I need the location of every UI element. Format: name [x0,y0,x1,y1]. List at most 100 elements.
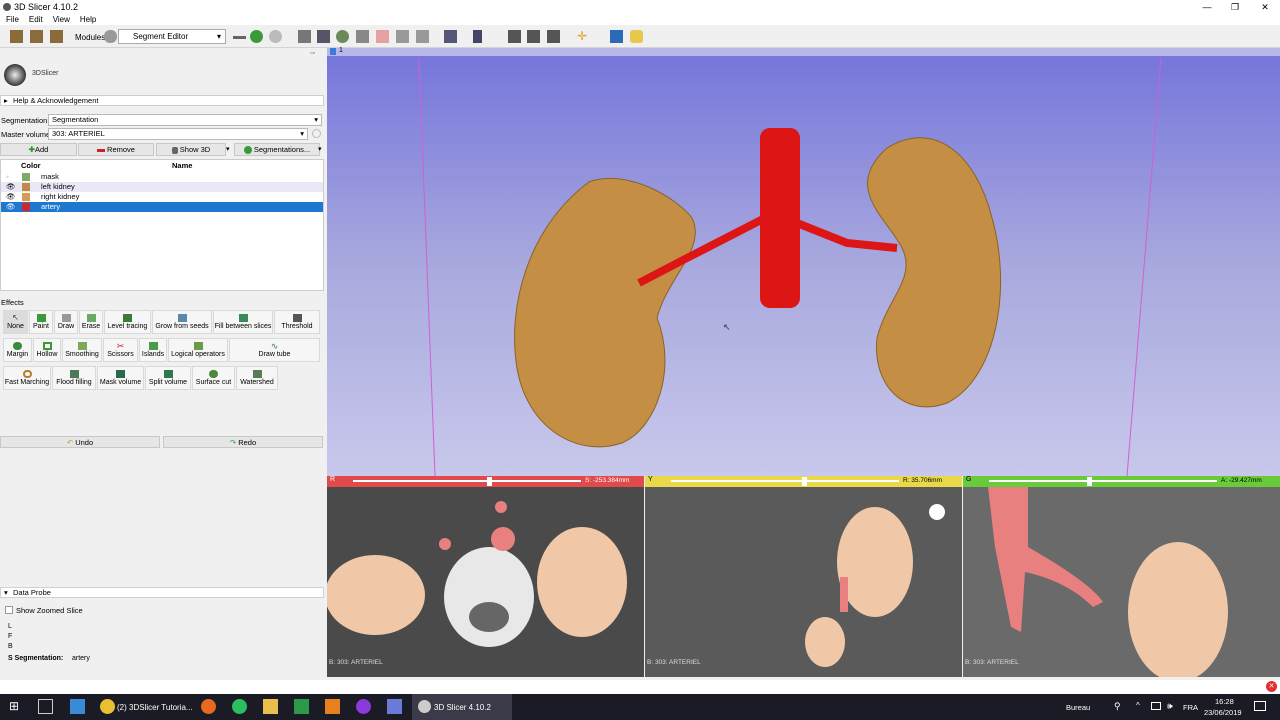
segment-row-right-kidney[interactable]: 👁 right kidney [1,192,323,202]
effect-grow-from-seeds-button[interactable]: Grow from seeds [152,310,212,334]
segment-row-artery[interactable]: 👁 artery [1,202,323,212]
people-icon[interactable]: ⚲ [1114,701,1121,712]
effect-smoothing-button[interactable]: Smoothing [62,338,102,362]
load-data-icon[interactable] [10,30,23,43]
models-icon[interactable] [336,30,349,43]
podcast-icon[interactable] [356,699,371,714]
segmentations-dropdown-icon[interactable]: ▾ [318,145,322,153]
remove-segment-button[interactable]: Remove [78,143,154,156]
dicom-icon[interactable] [30,30,43,43]
language-indicator[interactable]: FRA [1183,703,1198,712]
segment-row-left-kidney[interactable]: 👁 left kidney [1,182,323,192]
yellow-slice-controller[interactable]: Y R: 35.706mm [645,476,962,487]
effect-none-button[interactable]: ↖ None [3,310,28,334]
help-section-header[interactable]: ▸ Help & Acknowledgement [0,95,324,106]
volumes-icon[interactable] [317,30,330,43]
segment-color-swatch[interactable] [22,193,30,201]
menu-view[interactable]: View [53,15,70,24]
segment-color-swatch[interactable] [22,203,30,211]
data-icon[interactable] [298,30,311,43]
master-volume-selector[interactable]: 303: ARTERIEL ▾ [48,128,308,140]
back-icon[interactable] [250,30,263,43]
module-search-icon[interactable] [104,30,117,43]
segment-color-swatch[interactable] [22,173,30,181]
effect-level-tracing-button[interactable]: Level tracing [104,310,151,334]
search-icon[interactable] [547,30,560,43]
firefox-icon[interactable] [201,699,216,714]
clock-time[interactable]: 16:28 [1215,697,1234,706]
3d-view[interactable]: 1 ↖ [327,47,1280,476]
spotify-icon[interactable] [232,699,247,714]
segment-color-swatch[interactable] [22,183,30,191]
line-icon[interactable] [396,30,409,43]
python-icon[interactable] [630,30,643,43]
minimize-button[interactable]: — [1192,0,1222,14]
red-slice-slider[interactable] [353,480,581,482]
eye-icon[interactable]: 👁 [6,202,16,212]
effect-draw-tube-button[interactable]: ∿ Draw tube [229,338,320,362]
show-3d-dropdown-icon[interactable]: ▾ [226,145,230,153]
effect-hollow-button[interactable]: Hollow [33,338,61,362]
effect-split-volume-button[interactable]: Split volume [145,366,191,390]
effect-paint-button[interactable]: Paint [29,310,53,334]
effect-logical-operators-button[interactable]: Logical operators [168,338,228,362]
eye-icon[interactable]: 👁 [6,192,16,202]
module-selector[interactable]: Segment Editor ▾ [118,29,226,44]
effect-margin-button[interactable]: Margin [3,338,32,362]
discord-icon[interactable] [387,699,402,714]
screenshot-icon[interactable] [508,30,521,43]
menu-help[interactable]: Help [80,15,96,24]
red-slice-view[interactable]: B: 303: ARTERIEL [327,487,644,677]
crosshair-mode-icon[interactable] [473,30,482,43]
forward-icon[interactable] [269,30,282,43]
effect-scissors-button[interactable]: ✂ Scissors [103,338,138,362]
clock-date[interactable]: 23/06/2019 [1204,708,1242,717]
save-icon[interactable] [50,30,63,43]
module-history-icon[interactable] [233,36,246,39]
error-log-icon[interactable]: ✕ [1266,681,1277,692]
file-explorer-icon[interactable] [263,699,278,714]
segment-row-mask[interactable]: ◦ mask [1,172,323,182]
panel-float-icon[interactable]: ▫▫ [310,50,315,57]
windows-start-icon[interactable]: ⊞ [9,699,24,714]
chrome-task-label[interactable]: (2) 3DSlicer Tutoria... [117,703,193,712]
close-button[interactable]: ✕ [1250,0,1280,14]
master-volume-options-icon[interactable] [312,129,321,138]
task-view-icon[interactable] [38,699,53,714]
add-segment-button[interactable]: ✚Add [0,143,77,156]
effect-draw-button[interactable]: Draw [54,310,78,334]
slicer-task-button[interactable]: 3D Slicer 4.10.2 [412,694,512,720]
effect-erase-button[interactable]: Erase [79,310,103,334]
yellow-slice-view[interactable]: B: 303: ARTERIEL [645,487,962,677]
desktop-toolbar-label[interactable]: Bureau [1066,703,1090,712]
green-slice-controller[interactable]: G A: -29.427mm [963,476,1280,487]
effect-fast-marching-button[interactable]: Fast Marching [3,366,51,390]
effect-fill-between-slices-button[interactable]: Fill between slices [213,310,273,334]
effect-surface-cut-button[interactable]: Surface cut [192,366,235,390]
tray-chevron-icon[interactable]: ^ [1136,701,1140,710]
transforms-icon[interactable] [356,30,369,43]
volume-icon[interactable]: 🕪 [1167,701,1173,712]
eye-icon[interactable]: 👁 [6,182,16,192]
menu-file[interactable]: File [6,15,19,24]
effect-mask-volume-button[interactable]: Mask volume [97,366,144,390]
undo-button[interactable]: ↶ Undo [0,436,160,448]
rstudio-icon[interactable] [294,699,309,714]
chrome-icon[interactable] [100,699,115,714]
segmentations-button[interactable]: Segmentations... [234,143,320,156]
effect-flood-filling-button[interactable]: Flood filling [52,366,96,390]
maximize-button[interactable]: ❐ [1220,0,1250,14]
markups-icon[interactable] [376,30,389,43]
green-slice-slider-handle[interactable] [1087,477,1092,486]
green-slice-view[interactable]: B: 303: ARTERIEL [963,487,1280,677]
effect-islands-button[interactable]: Islands [139,338,167,362]
show-zoomed-slice-checkbox[interactable] [5,606,13,614]
module-finder-icon[interactable] [610,30,623,43]
redo-button[interactable]: ↷ Redo [163,436,323,448]
network-icon[interactable] [1151,702,1161,710]
extensions-icon[interactable] [527,30,540,43]
angle-icon[interactable] [416,30,429,43]
crosshair-icon[interactable]: ✛ [577,30,587,43]
menu-edit[interactable]: Edit [29,15,43,24]
yellow-slice-slider-handle[interactable] [802,477,807,486]
